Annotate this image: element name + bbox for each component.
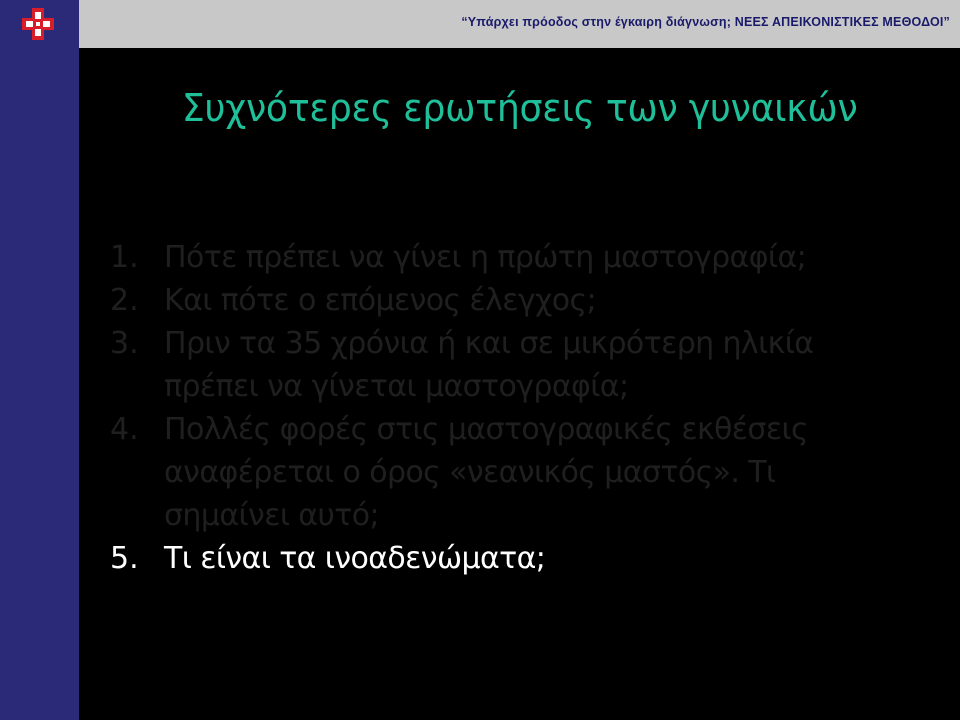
question-item: 1. Πότε πρέπει να γίνει η πρώτη μαστογραφ… [110,236,910,279]
question-text-line: Και πότε ο επόμενος έλεγχος; [164,283,597,318]
question-item: 4. Πολλές φορές στις μαστογραφικές εκθέσε… [110,408,910,537]
question-number: 1. [110,240,139,275]
question-number: 5. [110,541,139,576]
red-cross-logo-icon [20,6,56,42]
question-item: 2. Και πότε ο επόμενος έλεγχος; [110,279,910,322]
question-text-line: πρέπει να γίνεται μαστογραφία; [164,369,629,404]
header-bar: “Υπάρχει πρόοδος στην έγκαιρη διάγνωση; … [79,0,960,48]
questions-list: 1. Πότε πρέπει να γίνει η πρώτη μαστογραφ… [110,236,910,580]
question-text: Πολλές φορές στις μαστογραφικές εκθέσεις… [164,408,910,537]
question-item: 3. Πριν τα 35 χρόνια ή και σε μικρότερη η… [110,322,910,408]
question-text-line: Πότε πρέπει να γίνει η πρώτη μαστογραφία… [164,240,807,275]
question-text: Πότε πρέπει να γίνει η πρώτη μαστογραφία… [164,236,910,279]
question-text: Τι είναι τα ινοαδενώματα; [164,537,910,580]
question-text-line: αναφέρεται ο όρος «νεανικός μαστός». Τι [164,455,776,490]
slide: “Υπάρχει πρόοδος στην έγκαιρη διάγνωση; … [0,0,960,720]
question-text-line: σημαίνει αυτό; [164,498,380,533]
header-caption: “Υπάρχει πρόοδος στην έγκαιρη διάγνωση; … [461,15,950,29]
question-text-line: Πολλές φορές στις μαστογραφικές εκθέσεις [164,412,809,447]
slide-title: Συχνότερες ερωτήσεις των γυναικών [0,86,960,130]
question-item: 5. Τι είναι τα ινοαδενώματα; [110,537,910,580]
question-text: Πριν τα 35 χρόνια ή και σε μικρότερη ηλι… [164,322,910,408]
question-number: 2. [110,283,139,318]
question-number: 4. [110,412,139,447]
question-number: 3. [110,326,139,361]
slide-title-text: Συχνότερες ερωτήσεις των γυναικών [181,86,858,130]
question-text: Και πότε ο επόμενος έλεγχος; [164,279,910,322]
question-text-line: Πριν τα 35 χρόνια ή και σε μικρότερη ηλι… [164,326,814,361]
question-text-line: Τι είναι τα ινοαδενώματα; [164,541,546,576]
